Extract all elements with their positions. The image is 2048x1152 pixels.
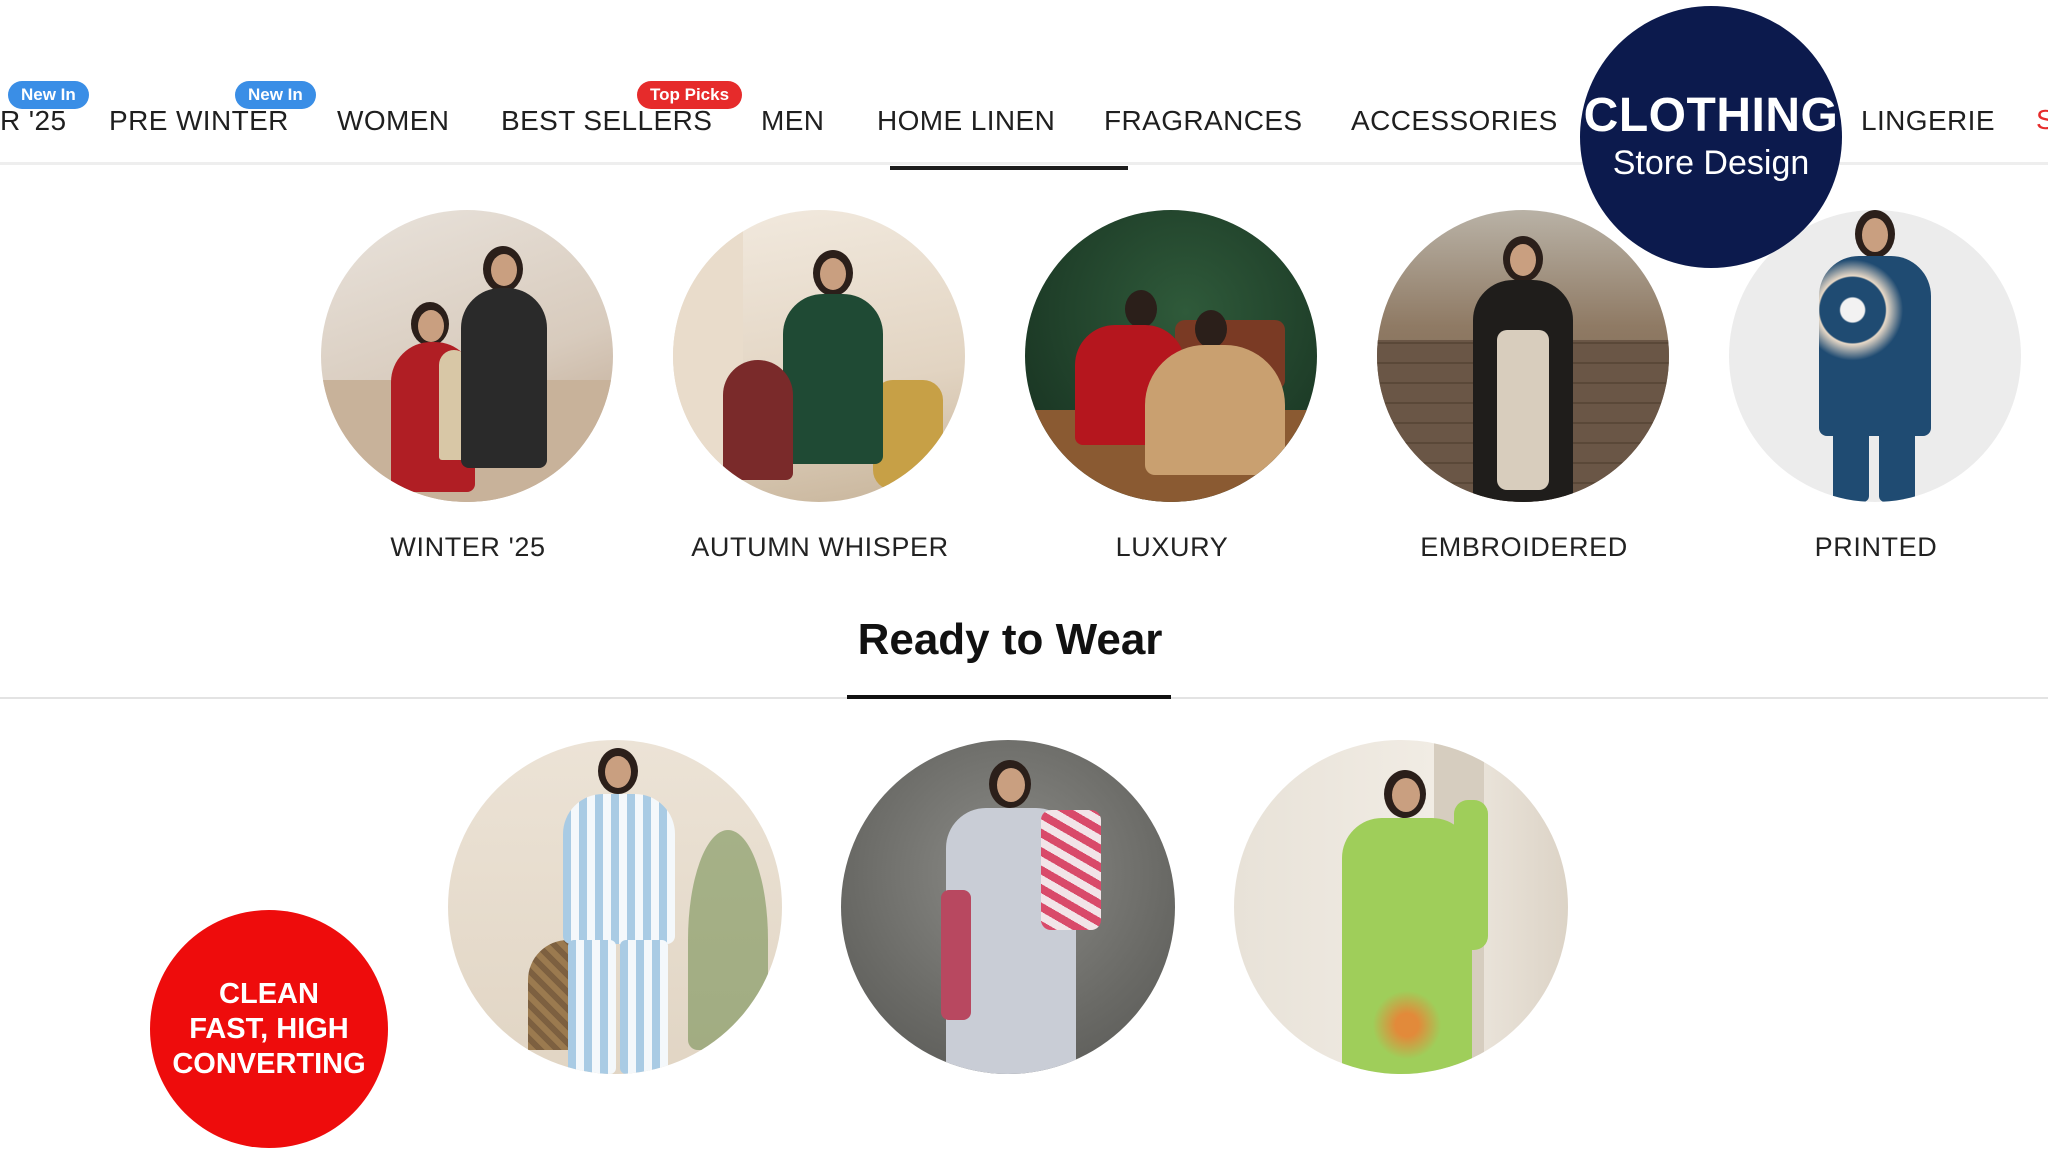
nav-item-fragrances[interactable]: FRAGRANCES xyxy=(1104,104,1302,138)
active-tab-indicator xyxy=(890,166,1128,170)
category-label-printed[interactable]: PRINTED xyxy=(1711,532,2041,563)
ready-to-wear-product-3[interactable] xyxy=(1234,740,1568,1074)
category-image-embroidered[interactable] xyxy=(1377,210,1669,502)
clothing-store-design-badge: CLOTHING Store Design xyxy=(1580,6,1842,268)
nav-item-men[interactable]: MEN xyxy=(761,104,824,138)
category-image-autumn-whisper[interactable] xyxy=(673,210,965,502)
nav-item-women[interactable]: WOMEN xyxy=(337,104,449,138)
tagline-line: CLEAN xyxy=(219,977,319,1010)
tagline-line: FAST, HIGH xyxy=(189,1012,349,1045)
ready-to-wear-product-1[interactable] xyxy=(448,740,782,1074)
clean-fast-converting-badge: CLEAN FAST, HIGH CONVERTING xyxy=(150,910,388,1148)
category-image-luxury[interactable] xyxy=(1025,210,1317,502)
nav-item-pre-winter[interactable]: PRE WINTER xyxy=(109,104,289,138)
category-label-autumn-whisper[interactable]: AUTUMN WHISPER xyxy=(655,532,985,563)
category-label-embroidered[interactable]: EMBROIDERED xyxy=(1359,532,1689,563)
category-label-luxury[interactable]: LUXURY xyxy=(1007,532,1337,563)
nav-item-accessories[interactable]: ACCESSORIES xyxy=(1351,104,1558,138)
category-image-printed[interactable] xyxy=(1729,210,2021,502)
category-label-winter-25[interactable]: WINTER '25 xyxy=(303,532,633,563)
nav-item-winter-25[interactable]: R '25 xyxy=(0,104,67,138)
nav-item-best-sellers[interactable]: BEST SELLERS xyxy=(501,104,712,138)
section-title-ready-to-wear: Ready to Wear xyxy=(857,615,1163,664)
ready-to-wear-product-2[interactable] xyxy=(841,740,1175,1074)
promo-title: CLOTHING xyxy=(1583,89,1839,142)
nav-item-lingerie[interactable]: LINGERIE xyxy=(1861,104,1995,138)
nav-overflow-edge: S xyxy=(2036,104,2048,135)
section-title-underline xyxy=(847,695,1171,699)
category-image-winter-25[interactable] xyxy=(321,210,613,502)
promo-subtitle: Store Design xyxy=(1612,144,1810,182)
nav-item-home-linen[interactable]: HOME LINEN xyxy=(877,104,1055,138)
tagline-line: CONVERTING xyxy=(172,1047,366,1080)
